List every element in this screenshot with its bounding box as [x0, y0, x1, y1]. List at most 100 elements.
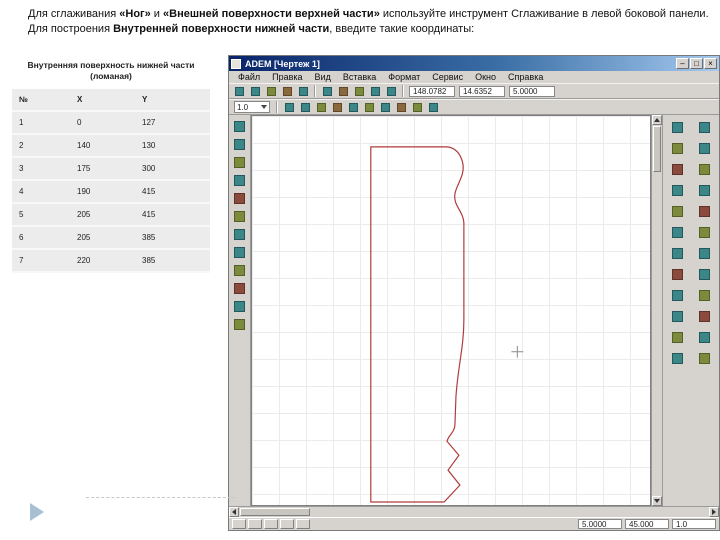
maximize-button[interactable]: □ [690, 58, 703, 69]
copy-entity-icon-glyph [698, 122, 710, 133]
rectangle-icon[interactable] [231, 244, 249, 260]
info-icon[interactable] [692, 328, 716, 347]
hatch-icon[interactable] [231, 280, 249, 296]
status-field-3[interactable]: 1.0 [672, 519, 716, 529]
group-icon[interactable] [665, 265, 689, 284]
extend-icon[interactable] [692, 181, 716, 200]
copy-icon[interactable] [335, 84, 351, 98]
horizontal-scroll-track[interactable] [311, 507, 709, 517]
layer-toggle-icon[interactable] [280, 519, 294, 529]
dimension-icon-glyph [234, 300, 245, 312]
fillet-icon[interactable] [665, 202, 689, 221]
menubar: Файл Правка Вид Вставка Формат Сервис Окно Спра… [229, 71, 719, 83]
line-icon[interactable] [231, 154, 249, 170]
join-icon[interactable] [692, 244, 716, 263]
properties-icon[interactable] [665, 286, 689, 305]
open-file-icon[interactable] [247, 84, 263, 98]
rotate-icon[interactable] [665, 139, 689, 158]
snap-toggle-icon[interactable] [232, 519, 246, 529]
menu-item-8[interactable]: Справка [502, 72, 549, 82]
arc-icon[interactable] [231, 190, 249, 206]
scroll-right-button[interactable] [709, 507, 719, 517]
layers-icon[interactable] [393, 100, 409, 114]
status-field-1[interactable]: 5.0000 [578, 519, 622, 529]
paste-icon[interactable] [351, 84, 367, 98]
grid-toggle-icon[interactable] [248, 519, 262, 529]
extend-icon-glyph [698, 185, 710, 196]
help-icon[interactable] [425, 100, 441, 114]
titlebar[interactable]: ADEM [Чертеж 1] – □ × [229, 56, 719, 71]
array-icon[interactable] [692, 160, 716, 179]
menu-item-4[interactable]: Вставка [337, 72, 382, 82]
drawing-canvas[interactable] [251, 115, 651, 506]
vertical-scrollbar[interactable] [651, 115, 662, 506]
copy-entity-icon[interactable] [692, 118, 716, 137]
text-icon[interactable] [231, 262, 249, 278]
zoom-in-icon[interactable] [281, 100, 297, 114]
circle-icon[interactable] [231, 208, 249, 224]
explode-icon[interactable] [665, 244, 689, 263]
close-button[interactable]: × [704, 58, 717, 69]
undo-icon[interactable] [367, 84, 383, 98]
menu-item-1[interactable]: Файл [232, 72, 266, 82]
polyline-icon[interactable] [231, 172, 249, 188]
scroll-down-button[interactable] [652, 496, 662, 506]
coordinate-field-2[interactable]: 14.6352 [459, 85, 505, 97]
grid-toggle-icon[interactable] [361, 100, 377, 114]
select-icon[interactable] [231, 118, 249, 134]
ungroup-icon[interactable] [692, 265, 716, 284]
zoom-out-icon[interactable] [297, 100, 313, 114]
move-icon[interactable] [665, 118, 689, 137]
measure-icon[interactable] [409, 100, 425, 114]
dimension-icon[interactable] [231, 298, 249, 314]
toolbar-main: 148.0782 14.6352 5.0000 [229, 83, 719, 99]
scroll-left-button[interactable] [229, 507, 239, 517]
menu-item-5[interactable]: Формат [382, 72, 426, 82]
cut-icon[interactable] [319, 84, 335, 98]
chamfer-icon[interactable] [692, 202, 716, 221]
menu-item-6[interactable]: Сервис [426, 72, 469, 82]
undo-edit-icon[interactable] [665, 349, 689, 368]
redo-edit-icon[interactable] [692, 349, 716, 368]
scroll-up-button[interactable] [652, 115, 662, 125]
measure-distance-icon[interactable] [665, 328, 689, 347]
horizontal-scroll-thumb[interactable] [240, 508, 310, 516]
coords-toggle-icon[interactable] [296, 519, 310, 529]
zoom-combo[interactable]: 1.0 [234, 101, 270, 113]
scale-icon-glyph [671, 164, 683, 175]
vertical-scroll-track[interactable] [652, 173, 662, 496]
coordinate-field-3[interactable]: 5.0000 [509, 85, 555, 97]
menu-item-7[interactable]: Окно [469, 72, 502, 82]
redo-icon[interactable] [383, 84, 399, 98]
mirror-icon[interactable] [692, 139, 716, 158]
toolbar-separator [402, 85, 404, 97]
status-field-2[interactable]: 45.000 [625, 519, 669, 529]
smooth-icon[interactable] [231, 316, 249, 332]
ortho-toggle-icon[interactable] [264, 519, 278, 529]
scale-icon[interactable] [665, 160, 689, 179]
save-icon[interactable] [263, 84, 279, 98]
layer-manager-icon[interactable] [692, 286, 716, 305]
ortho-toggle-icon[interactable] [377, 100, 393, 114]
offset-icon[interactable] [665, 223, 689, 242]
spline-icon[interactable] [231, 226, 249, 242]
profile-polyline[interactable] [370, 146, 465, 503]
print-icon[interactable] [279, 84, 295, 98]
pan-icon[interactable] [329, 100, 345, 114]
menu-item-2[interactable]: Правка [266, 72, 308, 82]
menu-item-3[interactable]: Вид [309, 72, 337, 82]
new-file-icon[interactable] [231, 84, 247, 98]
refresh-icon[interactable] [345, 100, 361, 114]
layer-manager-icon-glyph [698, 290, 710, 301]
minimize-button[interactable]: – [676, 58, 689, 69]
erase-icon[interactable] [692, 223, 716, 242]
trim-icon[interactable] [665, 181, 689, 200]
coordinate-field-1[interactable]: 148.0782 [409, 85, 455, 97]
horizontal-scrollbar[interactable] [229, 506, 719, 517]
snap-icon[interactable] [665, 307, 689, 326]
point-icon[interactable] [231, 136, 249, 152]
vertical-scroll-thumb[interactable] [653, 126, 661, 172]
print-preview-icon[interactable] [295, 84, 311, 98]
zoom-all-icon[interactable] [313, 100, 329, 114]
ortho-icon[interactable] [692, 307, 716, 326]
